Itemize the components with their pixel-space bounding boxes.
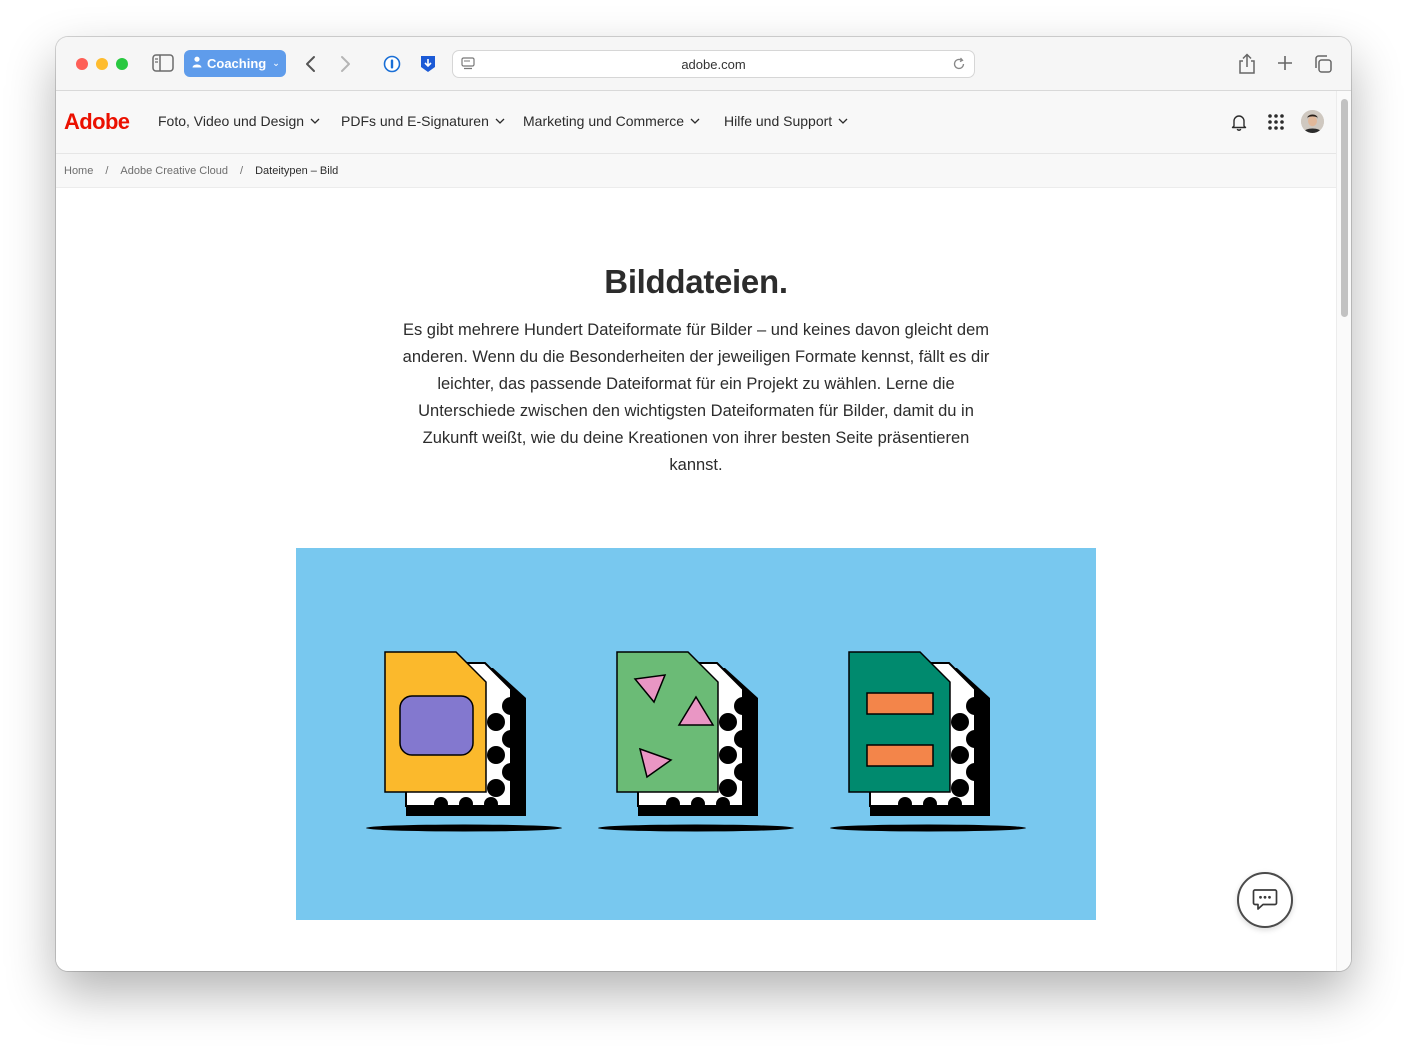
- reload-icon[interactable]: [952, 57, 966, 71]
- breadcrumb-link-creative-cloud[interactable]: Adobe Creative Cloud: [120, 165, 228, 177]
- back-arrow-icon[interactable]: [300, 53, 320, 75]
- chevron-down-icon: [690, 118, 700, 124]
- chevron-down-icon: [838, 118, 848, 124]
- global-navigation: Adobe Foto, Video und Design PDFs und E-…: [56, 91, 1336, 154]
- nav-item-label: Hilfe und Support: [724, 113, 833, 129]
- breadcrumb-current: Dateitypen – Bild: [255, 164, 339, 177]
- adobe-logo[interactable]: Adobe: [64, 109, 130, 135]
- avatar[interactable]: [1301, 110, 1324, 133]
- chevron-down-icon: ⌄: [272, 58, 280, 68]
- browser-window: Coaching ⌄ adobe.com Adobe Foto, Video u…: [56, 37, 1351, 971]
- shield-extension-icon[interactable]: [418, 54, 438, 74]
- page-scrollbar[interactable]: [1336, 91, 1351, 971]
- nav-item-label: Marketing und Commerce: [523, 113, 685, 129]
- nav-item-pdfs-e-signaturen[interactable]: PDFs und E-Signaturen: [341, 113, 505, 129]
- share-icon[interactable]: [1237, 52, 1257, 76]
- chevron-down-icon: [310, 118, 320, 124]
- image-file-icon-teal: [830, 651, 1026, 832]
- nav-item-hilfe-support[interactable]: Hilfe und Support: [724, 113, 848, 129]
- image-file-icon-green: [598, 651, 794, 832]
- address-bar[interactable]: adobe.com: [452, 50, 975, 78]
- bell-icon[interactable]: [1230, 113, 1248, 131]
- breadcrumb: Home / Adobe Creative Cloud / Dateitypen…: [56, 154, 1336, 188]
- person-icon: [192, 56, 202, 71]
- chevron-down-icon: [495, 118, 505, 124]
- tab-overview-icon[interactable]: [1312, 53, 1334, 75]
- minimize-window-button[interactable]: [96, 58, 108, 70]
- scrollbar-thumb[interactable]: [1341, 99, 1348, 317]
- new-tab-icon[interactable]: [1275, 53, 1295, 73]
- hero-illustration: [296, 548, 1096, 920]
- nav-item-label: Foto, Video und Design: [158, 113, 305, 129]
- intro-paragraph: Es gibt mehrere Hundert Dateiformate für…: [402, 321, 990, 474]
- nav-item-marketing-commerce[interactable]: Marketing und Commerce: [523, 113, 700, 129]
- password-manager-extension-icon[interactable]: [382, 54, 402, 74]
- forward-arrow-icon[interactable]: [336, 53, 356, 75]
- breadcrumb-separator: /: [105, 164, 109, 177]
- breadcrumb-link-home[interactable]: Home: [64, 165, 93, 177]
- nav-item-foto-video-design[interactable]: Foto, Video und Design: [158, 113, 320, 129]
- profile-switcher[interactable]: Coaching ⌄: [184, 50, 286, 77]
- breadcrumb-separator: /: [240, 164, 244, 177]
- zoom-window-button[interactable]: [116, 58, 128, 70]
- app-switcher-grid-icon[interactable]: [1267, 113, 1285, 131]
- url-text: adobe.com: [681, 57, 746, 72]
- browser-toolbar: Coaching ⌄ adobe.com: [56, 37, 1351, 91]
- chat-support-button[interactable]: [1237, 872, 1293, 928]
- image-file-icon-yellow: [366, 651, 562, 832]
- chat-bubble-icon: [1252, 889, 1278, 910]
- nav-item-label: PDFs und E-Signaturen: [341, 113, 489, 129]
- page-title: Bilddateien.: [604, 263, 788, 300]
- close-window-button[interactable]: [76, 58, 88, 70]
- sidebar-toggle-icon[interactable]: [152, 53, 174, 73]
- adobe-page: Adobe Foto, Video und Design PDFs und E-…: [56, 91, 1336, 971]
- profile-name: Coaching: [207, 56, 267, 71]
